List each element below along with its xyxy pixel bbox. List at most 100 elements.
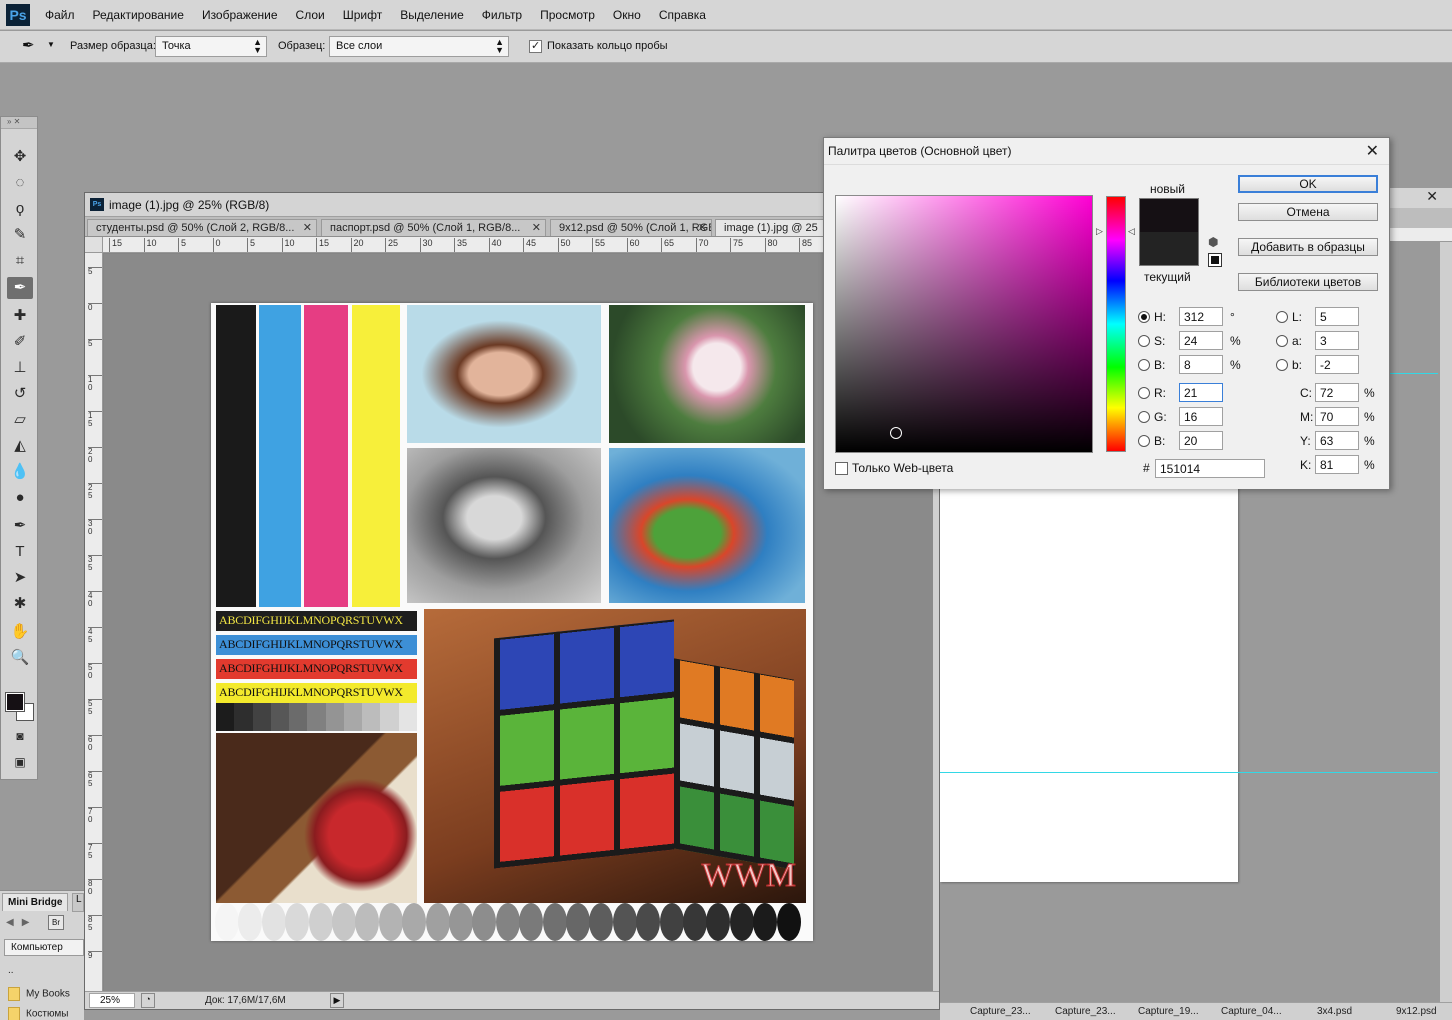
file-item[interactable]: Capture_23... — [1055, 1006, 1116, 1017]
path-select-icon[interactable]: ➤ — [7, 567, 33, 589]
black-input[interactable]: 81 — [1315, 455, 1359, 474]
canvas-area[interactable]: ABCDIFGHIJKLMNOPQRSTUVWX ABCDIFGHIJKLMNO… — [104, 254, 939, 991]
out-of-gamut-cube-icon[interactable]: ⬢ — [1208, 235, 1218, 249]
tab-students[interactable]: студенты.psd @ 50% (Слой 2, RGB/8... ✕ — [87, 219, 317, 236]
document-titlebar[interactable]: Ps image (1).jpg @ 25% (RGB/8) — [85, 193, 939, 217]
shape-tool-icon[interactable]: ✱ — [7, 593, 33, 615]
menu-help[interactable]: Справка — [650, 0, 715, 30]
lab-b-input[interactable]: -2 — [1315, 355, 1359, 374]
hue-slider-left-arrow-icon[interactable]: ▷ — [1096, 226, 1103, 237]
file-item[interactable]: 3x4.psd — [1317, 1006, 1352, 1017]
green-input[interactable]: 16 — [1179, 407, 1223, 426]
blue-input[interactable]: 20 — [1179, 431, 1223, 450]
vertical-ruler[interactable]: 5 0 5 1 0 1 5 2 0 2 5 3 0 3 5 4 0 4 5 5 0 5 5 6 0 6 5 7… — [85, 253, 103, 991]
quick-select-tool-icon[interactable]: ✎ — [7, 224, 33, 246]
menu-window[interactable]: Окно — [604, 0, 650, 30]
ok-button[interactable]: OK — [1238, 175, 1378, 193]
horizontal-ruler[interactable]: 15 10 5 0 5 10 15 20 25 30 35 40 45 50 55 60 65 70 75 80 85 — [103, 237, 939, 253]
lasso-tool-icon[interactable]: ϙ — [7, 198, 33, 220]
close-icon[interactable]: ✕ — [1366, 141, 1379, 161]
brightness-radio[interactable] — [1138, 359, 1150, 371]
file-item[interactable]: 9x12.psd — [1396, 1006, 1437, 1017]
green-radio[interactable] — [1138, 411, 1150, 423]
current-color-swatch[interactable] — [1139, 232, 1199, 266]
ruler-origin[interactable] — [85, 237, 103, 253]
history-brush-icon[interactable]: ↺ — [7, 383, 33, 405]
hue-input[interactable]: 312 — [1179, 307, 1223, 326]
status-menu-arrow-icon[interactable]: ▶ — [330, 993, 344, 1008]
toolbox-grip[interactable]: » ✕ — [1, 117, 37, 129]
blue-radio[interactable] — [1138, 435, 1150, 447]
menu-type[interactable]: Шрифт — [334, 0, 391, 30]
web-colors-only-checkbox[interactable] — [835, 462, 848, 475]
eyedropper-preset-icon[interactable]: ✒ — [22, 36, 35, 54]
folder-item[interactable]: My Books — [8, 987, 70, 1001]
hand-tool-icon[interactable]: ✋ — [7, 621, 33, 643]
sample-layers-select[interactable]: Все слои ▲ ▼ — [329, 36, 509, 57]
clone-stamp-icon[interactable]: ⊥ — [7, 357, 33, 379]
menu-file[interactable]: Файл — [36, 0, 84, 30]
healing-brush-icon[interactable]: ✚ — [7, 305, 33, 327]
tab-passport[interactable]: паспорт.psd @ 50% (Слой 1, RGB/8... ✕ — [321, 219, 546, 236]
cyan-input[interactable]: 72 — [1315, 383, 1359, 402]
tab-9x12[interactable]: 9x12.psd @ 50% (Слой 1, RGB/8...✕ — [550, 219, 712, 236]
hue-slider-right-arrow-icon[interactable]: ◁ — [1128, 226, 1135, 237]
web-safe-swatch-icon[interactable] — [1208, 253, 1222, 267]
file-item[interactable]: Capture_04... — [1221, 1006, 1282, 1017]
color-sample-ring[interactable] — [890, 427, 902, 439]
move-tool-icon[interactable]: ✥ — [7, 146, 33, 168]
foreground-color-swatch[interactable] — [5, 692, 25, 712]
location-field[interactable]: Компьютер — [4, 939, 84, 956]
menu-image[interactable]: Изображение — [193, 0, 287, 30]
menu-edit[interactable]: Редактирование — [84, 0, 193, 30]
eraser-tool-icon[interactable]: ▱ — [7, 409, 33, 431]
folder-item[interactable]: Костюмы — [8, 1007, 68, 1020]
lab-l-radio[interactable] — [1276, 311, 1288, 323]
preset-dropdown-arrow-icon[interactable]: ▼ — [47, 40, 55, 49]
menu-view[interactable]: Просмотр — [531, 0, 604, 30]
hex-input[interactable]: 151014 — [1155, 459, 1265, 478]
parent-folder-item[interactable]: .. — [8, 965, 14, 976]
vertical-scrollbar[interactable] — [1440, 242, 1452, 1002]
file-item[interactable]: Capture_19... — [1138, 1006, 1199, 1017]
zoom-tool-icon[interactable]: 🔍 — [7, 647, 33, 669]
brightness-input[interactable]: 8 — [1179, 355, 1223, 374]
pen-tool-icon[interactable]: ✒ — [7, 515, 33, 537]
dodge-tool-icon[interactable]: ● — [7, 487, 33, 509]
saturation-input[interactable]: 24 — [1179, 331, 1223, 350]
lab-b-radio[interactable] — [1276, 359, 1288, 371]
menu-select[interactable]: Выделение — [391, 0, 473, 30]
red-input[interactable]: 21 — [1179, 383, 1223, 402]
lab-a-input[interactable]: 3 — [1315, 331, 1359, 350]
file-item[interactable]: Capture_23... — [970, 1006, 1031, 1017]
menu-layers[interactable]: Слои — [287, 0, 334, 30]
mini-bridge-tab-2[interactable]: L — [72, 893, 84, 912]
brush-tool-icon[interactable]: ✐ — [7, 331, 33, 353]
color-libraries-button[interactable]: Библиотеки цветов — [1238, 273, 1378, 291]
eyedropper-tool-icon[interactable]: ✒ — [7, 277, 33, 299]
type-tool-icon[interactable]: T — [7, 541, 33, 563]
magenta-input[interactable]: 70 — [1315, 407, 1359, 426]
yellow-input[interactable]: 63 — [1315, 431, 1359, 450]
sample-size-select[interactable]: Точка ▲ ▼ — [155, 36, 267, 57]
close-icon[interactable]: ✕ — [1426, 188, 1438, 205]
lab-l-input[interactable]: 5 — [1315, 307, 1359, 326]
lab-a-radio[interactable] — [1276, 335, 1288, 347]
mini-bridge-tab[interactable]: Mini Bridge — [2, 893, 69, 911]
close-icon[interactable]: ✕ — [698, 221, 707, 234]
cancel-button[interactable]: Отмена — [1238, 203, 1378, 221]
screen-mode-icon[interactable]: ▣ — [7, 751, 33, 773]
status-info-icon[interactable]: ◔ — [141, 993, 155, 1008]
blur-tool-icon[interactable]: 💧 — [7, 461, 33, 483]
saturation-radio[interactable] — [1138, 335, 1150, 347]
crop-tool-icon[interactable]: ⌗ — [7, 250, 33, 272]
nav-arrows-icon[interactable]: ◀▶ — [6, 917, 37, 928]
close-icon[interactable]: ✕ — [303, 221, 312, 234]
red-radio[interactable] — [1138, 387, 1150, 399]
bridge-button[interactable]: Br — [48, 915, 64, 930]
zoom-field[interactable]: 25% — [89, 993, 135, 1008]
menu-filter[interactable]: Фильтр — [473, 0, 531, 30]
saturation-brightness-field[interactable] — [835, 195, 1093, 453]
marquee-tool-icon[interactable]: ◌ — [7, 172, 33, 194]
hue-slider[interactable] — [1106, 196, 1126, 452]
